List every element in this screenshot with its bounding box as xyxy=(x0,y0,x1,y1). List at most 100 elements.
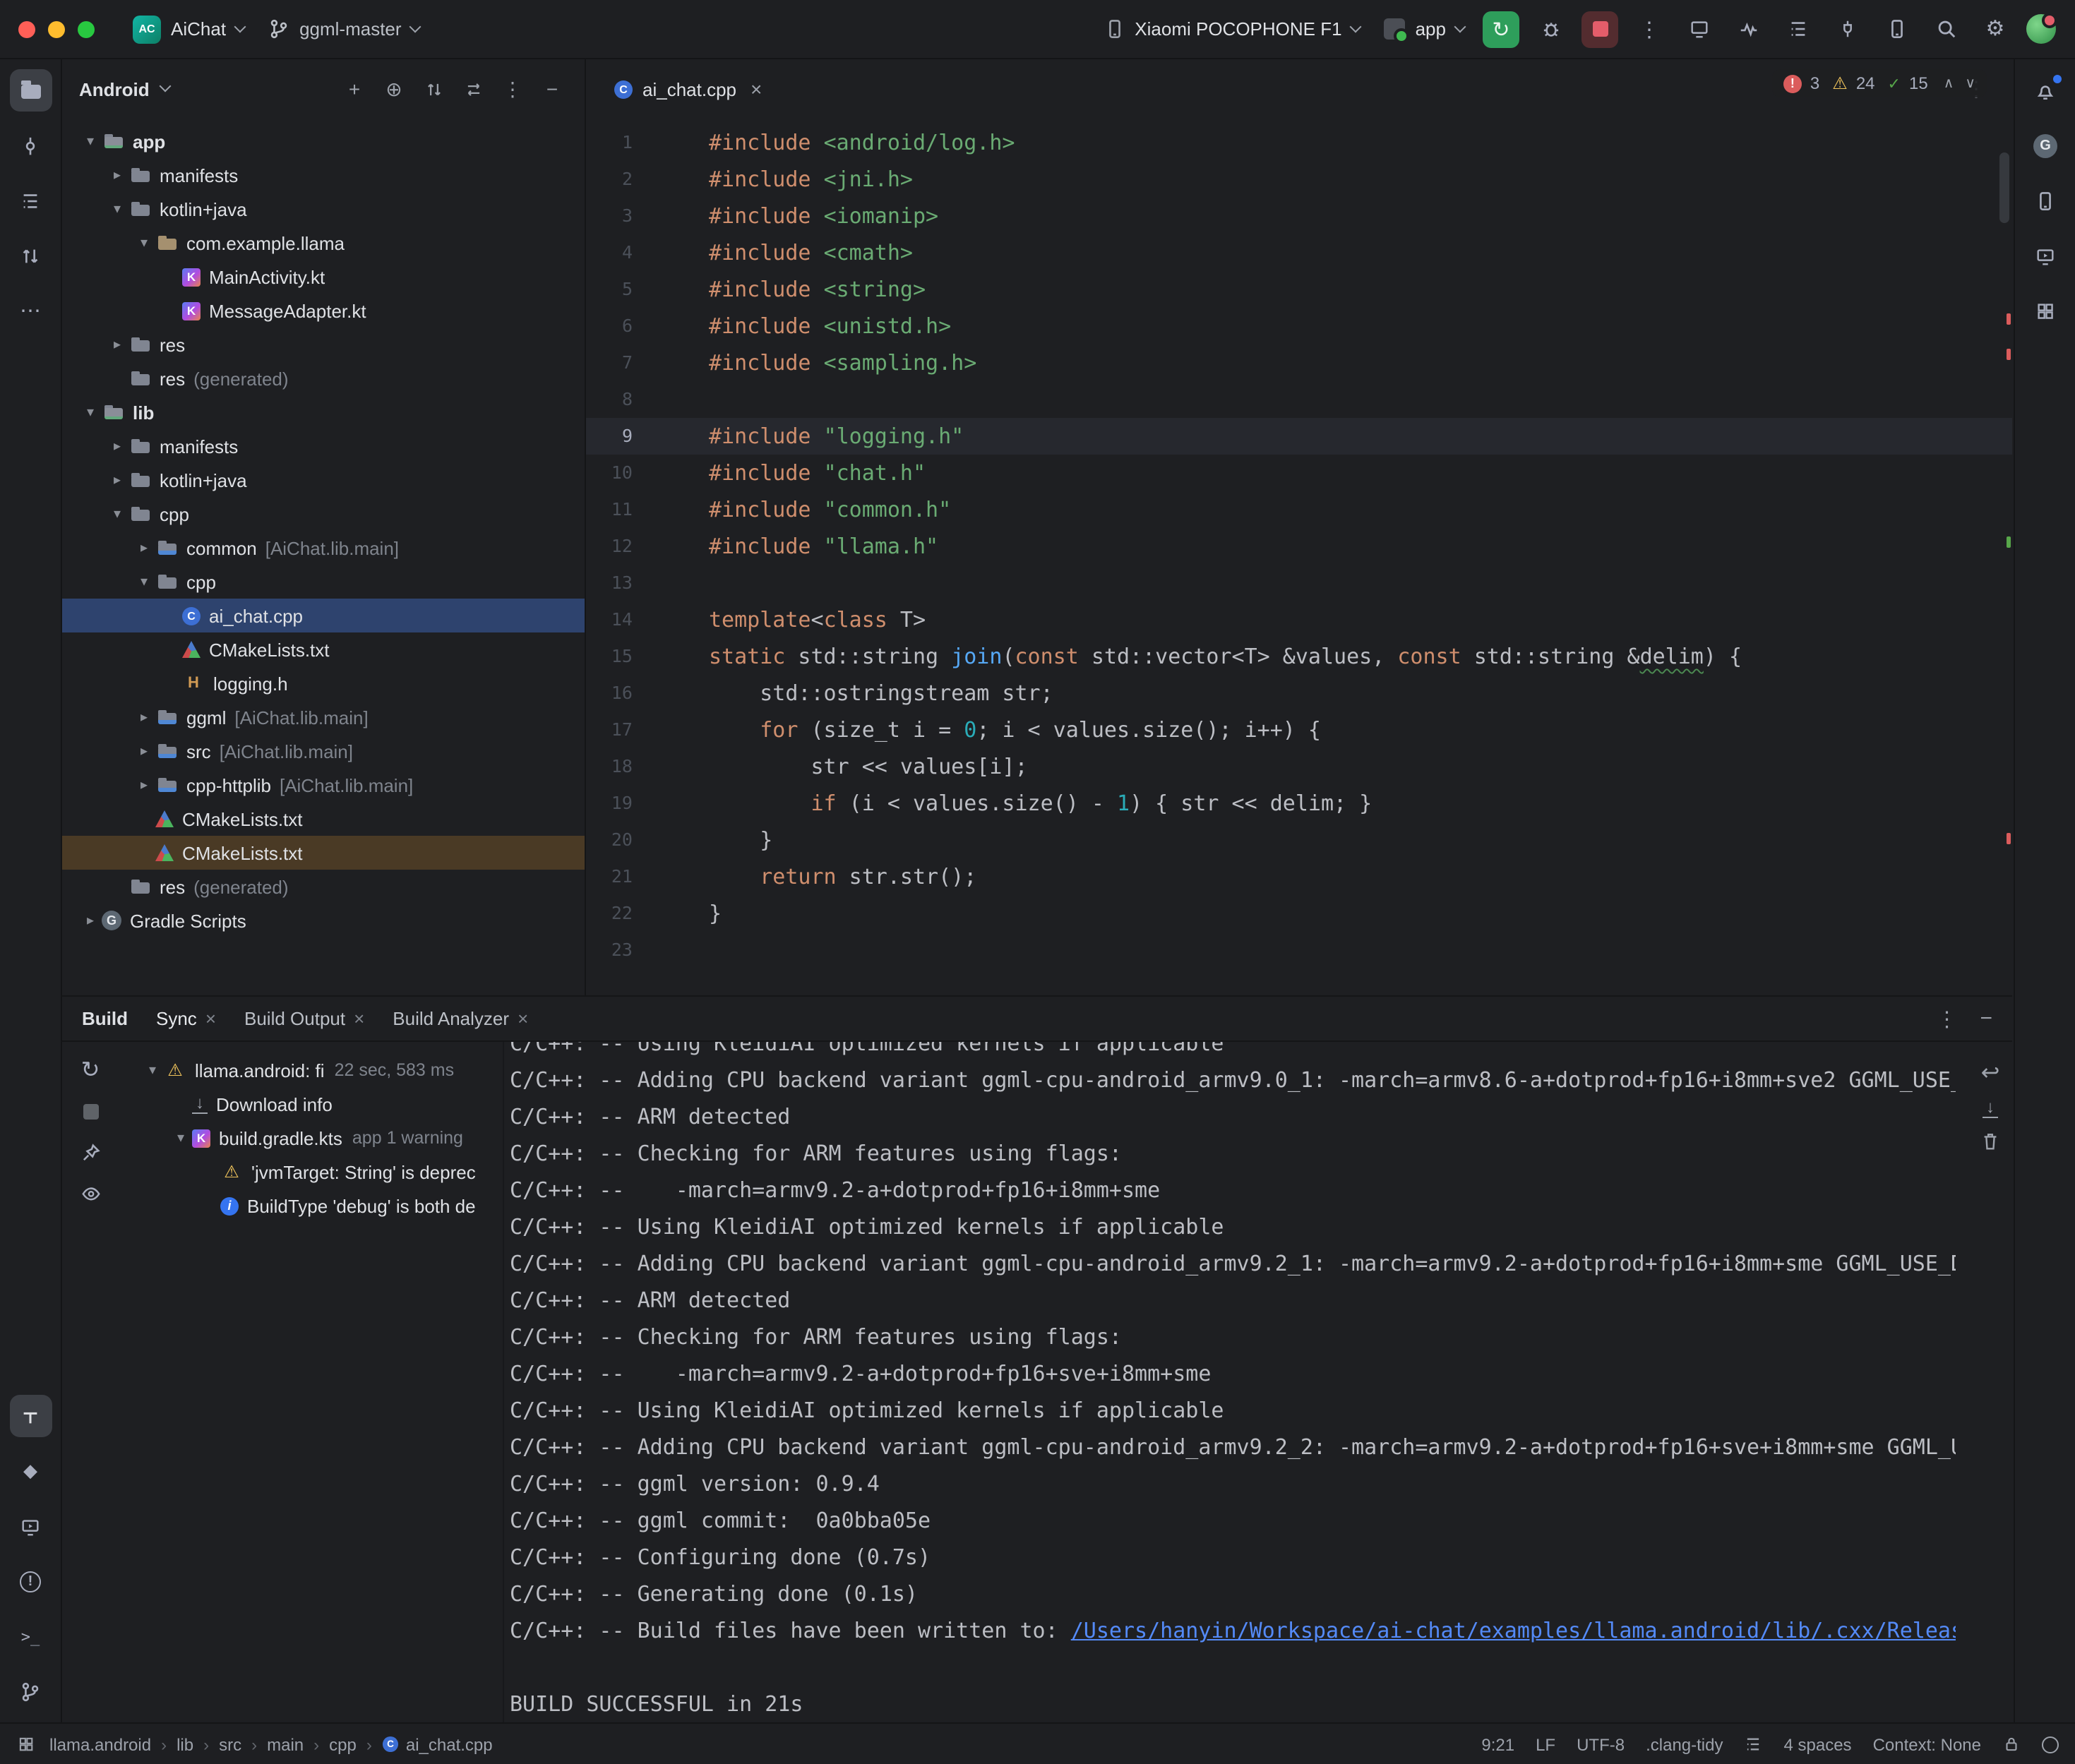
code-line[interactable]: 8 xyxy=(586,381,2012,418)
code-line[interactable]: 1#include <android/log.h> xyxy=(586,124,2012,161)
project-tree-item[interactable]: CMakeLists.txt xyxy=(62,632,585,666)
project-tree-item[interactable]: Cai_chat.cpp xyxy=(62,599,585,632)
chevron-collapsed-icon[interactable]: ▸ xyxy=(133,540,155,556)
add-button[interactable]: + xyxy=(339,73,370,104)
project-tree-item[interactable]: ▾cpp xyxy=(62,565,585,599)
search-everywhere-button[interactable] xyxy=(1927,11,1964,47)
hide-panel-button[interactable]: − xyxy=(537,73,568,104)
project-tree-item[interactable]: ▸manifests xyxy=(62,158,585,192)
project-tree-item[interactable]: ▾lib xyxy=(62,395,585,429)
code-line[interactable]: 6#include <unistd.h> xyxy=(586,308,2012,344)
project-tree-item[interactable]: ▸GGradle Scripts xyxy=(62,904,585,937)
panel-options-button[interactable]: ⋮ xyxy=(497,73,528,104)
code-line[interactable]: 3#include <iomanip> xyxy=(586,198,2012,234)
project-tree-item[interactable]: ▾app xyxy=(62,124,585,158)
caret-position[interactable]: 9:21 xyxy=(1481,1734,1514,1754)
profiler-button[interactable] xyxy=(1730,11,1766,47)
breadcrumb-item[interactable]: lib xyxy=(177,1734,193,1754)
close-tab-icon[interactable]: × xyxy=(205,1008,216,1029)
more-run-actions-button[interactable]: ⋮ xyxy=(1631,11,1668,47)
close-tab-icon[interactable]: × xyxy=(354,1008,364,1029)
code-line[interactable]: 19 if (i < values.size() - 1) { str << d… xyxy=(586,785,2012,822)
project-tree-item[interactable]: CMakeLists.txt xyxy=(62,802,585,836)
breadcrumb-item[interactable]: Cai_chat.cpp xyxy=(382,1734,493,1754)
tool-window-switcher-icon[interactable] xyxy=(17,1735,35,1753)
chevron-collapsed-icon[interactable]: ▸ xyxy=(133,743,155,759)
chevron-expanded-icon[interactable]: ▾ xyxy=(79,133,102,149)
breadcrumb-item[interactable]: cpp xyxy=(329,1734,357,1754)
inspection-widget[interactable]: !3 ⚠24 ✓15 ∧ ∨ xyxy=(1772,69,1987,97)
project-tree-item[interactable]: KMessageAdapter.kt xyxy=(62,294,585,328)
file-encoding[interactable]: UTF-8 xyxy=(1577,1734,1625,1754)
clang-tidy-widget[interactable]: .clang-tidy xyxy=(1646,1734,1723,1754)
running-devices-tool-button[interactable] xyxy=(9,1505,52,1547)
pull-requests-tool-button[interactable] xyxy=(9,234,52,277)
locate-file-button[interactable]: ⊕ xyxy=(378,73,409,104)
chevron-expanded-icon[interactable]: ▾ xyxy=(79,404,102,420)
code-line[interactable]: 17 for (size_t i = 0; i < values.size();… xyxy=(586,712,2012,748)
code-line[interactable]: 15static std::string join(const std::vec… xyxy=(586,638,2012,675)
commit-tool-button[interactable] xyxy=(9,124,52,167)
indent-style[interactable]: 4 spaces xyxy=(1784,1734,1852,1754)
project-tree-item[interactable]: ▾kotlin+java xyxy=(62,192,585,226)
code-line[interactable]: 22} xyxy=(586,895,2012,932)
close-window-button[interactable] xyxy=(18,20,35,37)
build-tree-item[interactable]: ▾Kbuild.gradle.ktsapp 1 warning xyxy=(119,1121,503,1155)
chevron-expanded-icon[interactable]: ▾ xyxy=(133,574,155,589)
breadcrumb-item[interactable]: main xyxy=(267,1734,304,1754)
code-line[interactable]: 16 std::ostringstream str; xyxy=(586,675,2012,712)
line-separator[interactable]: LF xyxy=(1536,1734,1555,1754)
chevron-collapsed-icon[interactable]: ▸ xyxy=(133,777,155,793)
chevron-expanded-icon[interactable]: ▾ xyxy=(169,1130,192,1146)
code-style-icon[interactable] xyxy=(1745,1735,1763,1753)
running-devices-side-button[interactable] xyxy=(2024,234,2067,277)
more-tool-windows-button[interactable]: ⋯ xyxy=(9,289,52,332)
device-manager-button[interactable] xyxy=(1878,11,1915,47)
lock-icon[interactable] xyxy=(2002,1735,2021,1753)
run-button[interactable]: ↻ xyxy=(1483,11,1519,47)
resource-manager-tool-button[interactable] xyxy=(2024,289,2067,332)
code-line[interactable]: 11#include "common.h" xyxy=(586,491,2012,528)
git-tool-button[interactable] xyxy=(9,1670,52,1712)
project-tree-item[interactable]: ▸kotlin+java xyxy=(62,463,585,497)
build-tool-button[interactable] xyxy=(9,1395,52,1437)
code-line[interactable]: 9#include "logging.h" xyxy=(586,418,2012,455)
vcs-branch-selector[interactable]: ggml-master xyxy=(263,14,426,44)
debug-button[interactable] xyxy=(1532,11,1569,47)
filter-button[interactable] xyxy=(73,1176,107,1210)
build-tree-item[interactable]: ▾⚠llama.android: fi22 sec, 583 ms xyxy=(119,1053,503,1087)
project-tree-item[interactable]: ▸cpp-httplib[AiChat.lib.main] xyxy=(62,768,585,802)
chevron-expanded-icon[interactable]: ▾ xyxy=(141,1062,164,1078)
project-tree-item[interactable]: ▾cpp xyxy=(62,497,585,531)
chevron-collapsed-icon[interactable]: ▸ xyxy=(106,472,128,488)
logcat-button[interactable] xyxy=(1779,11,1816,47)
code-area[interactable]: 1#include <android/log.h>2#include <jni.… xyxy=(586,119,2012,995)
project-tree-item[interactable]: ▸src[AiChat.lib.main] xyxy=(62,734,585,768)
build-tab-build-output[interactable]: Build Output× xyxy=(244,1008,364,1029)
breadcrumb-item[interactable]: src xyxy=(219,1734,241,1754)
view-selector[interactable]: Android xyxy=(79,78,150,100)
error-stripe-mark[interactable] xyxy=(2007,833,2011,844)
code-line[interactable]: 18 str << values[i]; xyxy=(586,748,2012,785)
code-line[interactable]: 14template<class T> xyxy=(586,601,2012,638)
stop-button[interactable] xyxy=(1581,11,1618,47)
device-selector[interactable]: Xiaomi POCOPHONE F1 xyxy=(1098,14,1365,44)
gradle-tool-button[interactable]: G xyxy=(2024,124,2067,167)
project-selector[interactable]: AC AiChat xyxy=(127,11,250,47)
project-tree-item[interactable]: res(generated) xyxy=(62,870,585,904)
chevron-collapsed-icon[interactable]: ▸ xyxy=(79,913,102,928)
chevron-expanded-icon[interactable]: ▾ xyxy=(133,235,155,251)
editor-tab[interactable]: C ai_chat.cpp × xyxy=(600,59,776,119)
chevron-expanded-icon[interactable]: ▾ xyxy=(106,201,128,217)
code-line[interactable]: 5#include <string> xyxy=(586,271,2012,308)
build-tree-item[interactable]: ⚠'jvmTarget: String' is deprec xyxy=(119,1155,503,1189)
terminal-tool-button[interactable]: >_ xyxy=(9,1615,52,1657)
device-mirroring-button[interactable] xyxy=(1680,11,1717,47)
build-variants-tool-button[interactable]: ◆ xyxy=(9,1450,52,1492)
project-tree-item[interactable]: ▸res xyxy=(62,328,585,361)
device-manager-tool-button[interactable] xyxy=(2024,179,2067,222)
error-stripe-mark[interactable] xyxy=(2007,313,2011,325)
stop-build-button[interactable] xyxy=(73,1094,107,1128)
build-tab-sync[interactable]: Sync× xyxy=(156,1008,216,1029)
build-options-icon[interactable]: ⋮ xyxy=(1936,1006,1957,1031)
